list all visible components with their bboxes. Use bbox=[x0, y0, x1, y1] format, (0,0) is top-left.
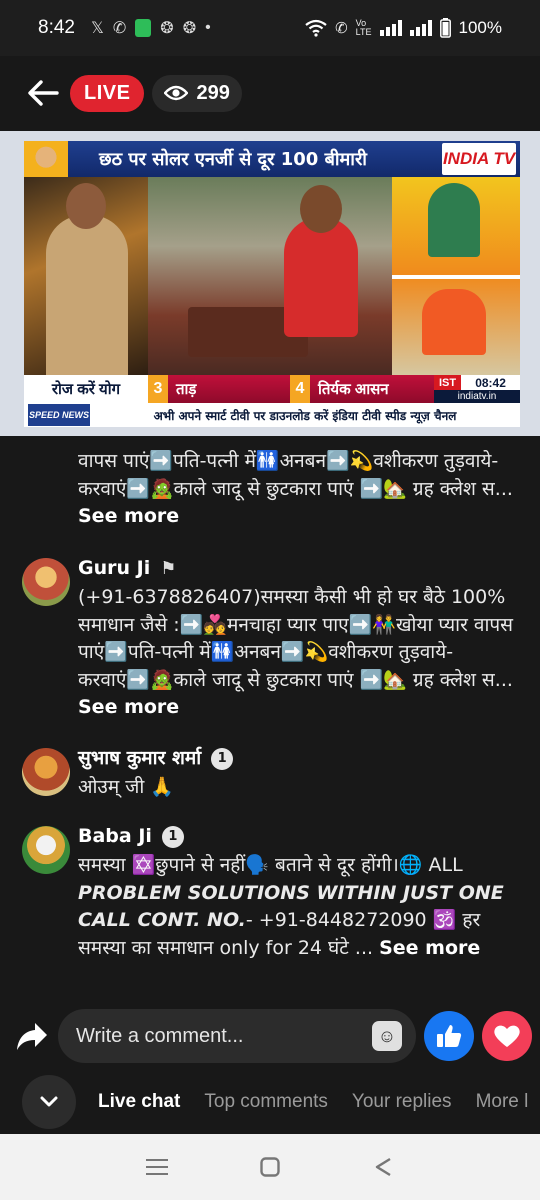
headline-bar: छठ पर सोलर एनर्जी से दूर 100 बीमारी INDI… bbox=[24, 141, 520, 177]
music-panel bbox=[148, 177, 392, 375]
tab-your-replies[interactable]: Your replies bbox=[352, 1091, 452, 1113]
collapse-button[interactable] bbox=[22, 1075, 76, 1129]
comment-body: Baba Ji 1 समस्या ✡️छुपाने से नहीं🗣️ बतान… bbox=[78, 822, 518, 962]
tab-more[interactable]: More l bbox=[476, 1091, 529, 1113]
app-icon bbox=[135, 19, 152, 37]
comment-author[interactable]: Baba Ji 1 bbox=[78, 822, 518, 852]
comment-input[interactable]: Write a comment... ☺ bbox=[58, 1009, 416, 1063]
segment-label: रोज करें योग bbox=[24, 375, 148, 403]
yoga-figure-bottom bbox=[422, 289, 486, 355]
yoga-divider bbox=[392, 275, 520, 279]
pose1-name: ताड़ bbox=[168, 375, 290, 403]
battery-percent: 100% bbox=[458, 18, 502, 37]
app-icon: ❂ bbox=[160, 20, 174, 37]
singer-figure bbox=[284, 217, 358, 337]
guest-thumbnail bbox=[24, 141, 68, 177]
comment-composer: Write a comment... ☺ bbox=[0, 1002, 540, 1070]
chevron-down-icon bbox=[40, 1096, 58, 1107]
comment-body: वापस पाएं➡️पति-पत्नी में🚻अनबन➡️💫वशीकरण त… bbox=[78, 448, 518, 531]
x-icon: 𝕏 bbox=[90, 20, 104, 37]
anchor-figure bbox=[46, 215, 128, 375]
avatar[interactable] bbox=[22, 826, 70, 874]
viewer-count: 299 bbox=[196, 81, 230, 104]
notification-icons: 𝕏 ✆ ❂ ❂ • bbox=[91, 18, 211, 38]
lower-third: रोज करें योग 3 ताड़ 4 तिर्यक आसन IST 08:… bbox=[24, 375, 520, 403]
singer-head bbox=[300, 185, 342, 233]
like-reaction-button[interactable] bbox=[424, 1011, 474, 1061]
comment-body: सुभाष कुमार शर्मा 1 ओउम् जी 🙏 bbox=[78, 744, 518, 802]
arrow-left-icon bbox=[28, 80, 59, 106]
comment-text: वापस पाएं➡️पति-पत्नी में🚻अनबन➡️💫वशीकरण त… bbox=[78, 450, 513, 527]
see-more-link[interactable]: See more bbox=[78, 696, 179, 718]
see-more-link[interactable]: See more bbox=[379, 937, 480, 959]
ist-label: IST bbox=[434, 375, 462, 390]
status-time: 8:42 bbox=[38, 17, 75, 38]
anchor-head bbox=[66, 183, 106, 229]
speed-news-logo: SPEED NEWS bbox=[28, 404, 90, 426]
anchor-panel bbox=[24, 177, 148, 375]
home-icon bbox=[260, 1157, 280, 1177]
live-chat-list[interactable]: वापस पाएं➡️पति-पत्नी में🚻अनबन➡️💫वशीकरण त… bbox=[0, 436, 540, 1002]
signal-icon bbox=[379, 20, 402, 36]
video-headline: छठ पर सोलर एनर्जी से दूर 100 बीमारी bbox=[99, 149, 367, 170]
recents-icon bbox=[145, 1159, 168, 1175]
system-nav-bar bbox=[0, 1134, 540, 1200]
time-box: IST 08:42 indiatv.in bbox=[434, 375, 520, 403]
comment-body: Guru Ji ⚑ (+91-6378826407)समस्या कैसी भी… bbox=[78, 554, 518, 722]
status-right: ✆ Vo LTE 100% bbox=[305, 18, 502, 38]
comment-placeholder: Write a comment... bbox=[76, 1024, 244, 1047]
dot-icon: • bbox=[205, 19, 211, 36]
yoga-figure-top bbox=[428, 183, 480, 257]
tab-top-comments[interactable]: Top comments bbox=[204, 1091, 328, 1113]
eye-icon bbox=[164, 85, 189, 101]
avatar[interactable] bbox=[22, 558, 70, 606]
wifi-icon bbox=[305, 19, 327, 37]
app-icon: ❂ bbox=[182, 20, 197, 37]
pose2-number: 4 bbox=[290, 375, 310, 403]
back-triangle-icon bbox=[376, 1157, 391, 1177]
recent-apps-button[interactable] bbox=[137, 1147, 177, 1187]
flag-icon: ⚑ bbox=[160, 558, 177, 580]
back-nav-button[interactable] bbox=[363, 1147, 403, 1187]
top-fan-badge: 1 bbox=[161, 826, 184, 848]
video-player[interactable]: छठ पर सोलर एनर्जी से दूर 100 बीमारी INDI… bbox=[0, 131, 540, 436]
comment-author[interactable]: सुभाष कुमार शर्मा 1 bbox=[78, 744, 518, 774]
tab-live-chat[interactable]: Live chat bbox=[98, 1091, 180, 1113]
live-badge: LIVE bbox=[70, 74, 145, 112]
chat-tabs: Live chat Top comments Your replies More… bbox=[0, 1070, 540, 1134]
thumbs-up-icon bbox=[437, 1025, 462, 1047]
home-button[interactable] bbox=[250, 1147, 290, 1187]
avatar[interactable] bbox=[22, 748, 70, 796]
sticker-icon[interactable]: ☺ bbox=[372, 1021, 402, 1051]
comment-author[interactable]: Guru Ji ⚑ bbox=[78, 554, 518, 584]
video-frame: छठ पर सोलर एनर्जी से दूर 100 बीमारी INDI… bbox=[24, 141, 520, 427]
channel-logo: INDIA TV bbox=[442, 143, 516, 175]
whatsapp-icon: ✆ bbox=[112, 20, 127, 37]
share-button[interactable] bbox=[14, 1018, 50, 1054]
battery-icon bbox=[439, 18, 451, 38]
top-fan-badge: 1 bbox=[211, 748, 234, 770]
pose2-name: तिर्यक आसन bbox=[310, 375, 434, 403]
call-icon: ✆ bbox=[335, 20, 348, 37]
live-header: LIVE 299 bbox=[0, 56, 540, 130]
back-button[interactable] bbox=[24, 74, 62, 112]
love-reaction-button[interactable] bbox=[482, 1011, 532, 1061]
yoga-panel bbox=[392, 177, 520, 375]
comment-text: (+91-6378826407)समस्या कैसी भी हो घर बैठ… bbox=[78, 586, 513, 718]
heart-icon bbox=[494, 1025, 520, 1047]
site-label: indiatv.in bbox=[434, 390, 520, 403]
news-ticker: SPEED NEWS अभी अपने स्मार्ट टीवी पर डाउन… bbox=[24, 403, 520, 427]
ticker-text: अभी अपने स्मार्ट टीवी पर डाउनलोड करें इं… bbox=[153, 408, 457, 423]
broadcast-clock: 08:42 bbox=[475, 375, 506, 390]
share-arrow-icon bbox=[17, 1023, 47, 1050]
signal-icon bbox=[409, 20, 432, 36]
see-more-link[interactable]: See more bbox=[78, 505, 179, 527]
pose1-number: 3 bbox=[148, 375, 168, 403]
status-bar: 8:42 𝕏 ✆ ❂ ❂ • ✆ Vo LTE 100% bbox=[0, 0, 540, 56]
viewer-count-badge: 299 bbox=[152, 74, 242, 112]
comment-text: समस्या ✡️छुपाने से नहीं🗣️ बताने से दूर ह… bbox=[78, 854, 504, 959]
comment-text: ओउम् जी 🙏 bbox=[78, 776, 174, 798]
volte-icon: Vo LTE bbox=[355, 18, 372, 37]
